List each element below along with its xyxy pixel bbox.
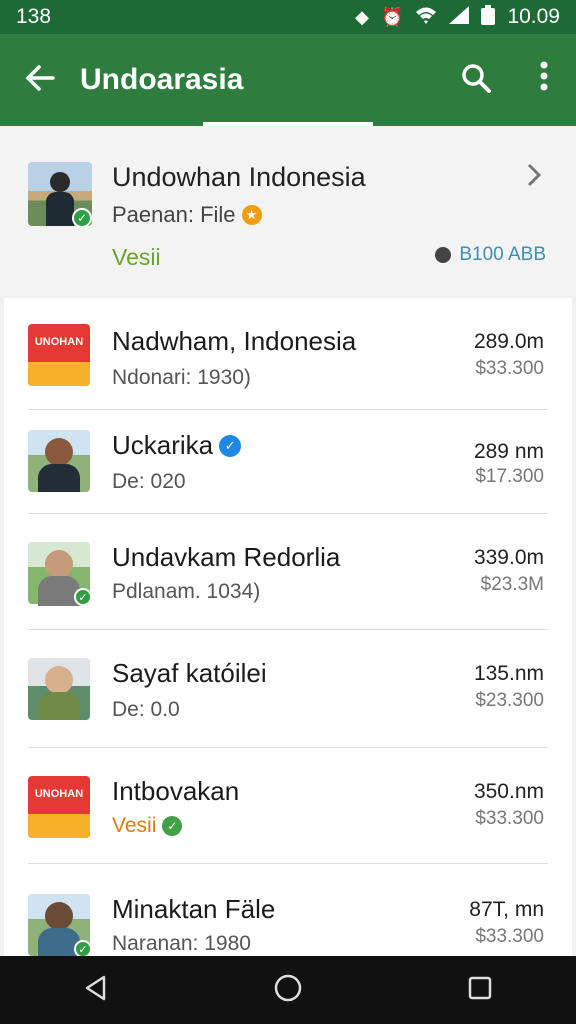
list-item[interactable]: ✓ Minaktan Fäle Naranan: 1980 87T, mn $3… — [4, 864, 572, 958]
alarm-icon: ⏰ — [381, 6, 404, 27]
item-subtitle: Naranan: 1980 — [112, 932, 251, 955]
item-price: $17.300 — [475, 466, 544, 487]
list-item[interactable]: Sayaf katóilei De: 0.0 135.nm $23.300 — [4, 630, 572, 748]
item-subtitle: Ndonari: 1930) — [112, 366, 251, 389]
status-icons: ◆ ⏰ 10.09 — [355, 4, 560, 30]
brand-logo-text: UNOHAN — [34, 788, 84, 800]
item-subtitle: Pdlanam. 1034) — [112, 580, 261, 603]
header-meta: B100 ABB — [435, 244, 546, 266]
nav-back-button[interactable] — [46, 956, 146, 1024]
item-subtitle: De: 0.0 — [112, 698, 180, 721]
battery-icon — [481, 4, 496, 30]
results-list: UNOHAN Nadwham, Indonesia Ndonari: 1930)… — [4, 298, 572, 958]
item-subtitle: De: 020 — [112, 470, 186, 493]
list-item[interactable]: UNOHAN Intbovakan Vesii ✓ 350.nm $33.300 — [4, 748, 572, 864]
list-item[interactable]: UNOHAN Nadwham, Indonesia Ndonari: 1930)… — [4, 298, 572, 410]
item-title: Nadwham, Indonesia — [112, 326, 357, 356]
item-distance: 289.0m — [473, 330, 544, 353]
item-price: $33.300 — [475, 808, 544, 829]
signal-icon — [449, 5, 470, 29]
star-badge-icon: ★ — [241, 205, 262, 225]
header-subtitle: Paenan: File ★ — [112, 202, 262, 228]
item-subtitle: Vesii — [112, 814, 157, 837]
item-title: Minaktan Fäle — [112, 894, 276, 924]
chevron-right-icon[interactable] — [526, 162, 542, 196]
app-bar: Undoarasia — [0, 34, 576, 126]
item-photo — [28, 430, 90, 492]
nav-home-icon — [273, 973, 303, 1008]
item-title: Uckarika — [112, 430, 214, 460]
search-button[interactable] — [440, 34, 512, 126]
verified-check-icon: ✓ — [74, 588, 92, 606]
item-title-row: Uckarika ✓ — [112, 430, 242, 461]
arrow-back-icon — [25, 61, 55, 100]
person-figure — [46, 172, 74, 226]
header-title: Undowhan Indonesia — [112, 162, 366, 192]
item-photo: ✓ — [28, 542, 92, 606]
verified-badge-icon: ✓ — [162, 816, 183, 836]
header-tag: Vesii — [112, 244, 161, 270]
header-meta-text: B100 ABB — [459, 244, 546, 265]
system-nav-bar — [0, 956, 576, 1024]
item-price: $23.3M — [480, 574, 544, 595]
item-distance: 339.0m — [473, 546, 544, 569]
nav-recents-button[interactable] — [430, 956, 530, 1024]
list-item[interactable]: Uckarika ✓ De: 020 289 nm $17.300 — [4, 410, 572, 514]
back-button[interactable] — [0, 34, 80, 126]
item-photo: ✓ — [28, 894, 92, 958]
wifi-icon — [415, 6, 437, 29]
info-dot-icon — [435, 247, 452, 263]
item-price: $23.300 — [475, 690, 544, 711]
list-item[interactable]: ✓ Undavkam Redorlia Pdlanam. 1034) 339.0… — [4, 514, 572, 630]
item-photo — [28, 658, 90, 720]
item-price: $33.300 — [475, 358, 544, 379]
nav-recents-icon — [467, 975, 493, 1006]
brand-logo: UNOHAN — [28, 776, 90, 838]
item-distance: 289 nm — [473, 440, 544, 463]
verified-check-icon: ✓ — [72, 208, 92, 228]
nav-back-icon — [82, 974, 110, 1007]
item-distance: 87T, mn — [469, 898, 544, 921]
item-title: Intbovakan — [112, 776, 240, 806]
item-distance: 350.nm — [473, 780, 544, 803]
more-options-button[interactable] — [512, 34, 576, 126]
item-title: Undavkam Redorlia — [112, 542, 341, 572]
item-subtitle-row: Vesii ✓ — [112, 814, 183, 838]
brand-logo: UNOHAN — [28, 324, 90, 386]
header-subtitle-text: Paenan: File — [112, 202, 236, 227]
item-title: Sayaf katóilei — [112, 658, 267, 688]
verified-badge-icon: ✓ — [219, 434, 242, 457]
search-icon — [461, 63, 491, 98]
item-price: $33.300 — [475, 926, 544, 947]
header-card[interactable]: ✓ Undowhan Indonesia Paenan: File ★ Vesi… — [0, 126, 576, 296]
status-time-left: 138 — [16, 5, 52, 28]
status-time-right: 10.09 — [507, 5, 560, 28]
status-bar: 138 ◆ ⏰ 10.09 — [0, 0, 576, 34]
item-distance: 135.nm — [473, 662, 544, 685]
more-vert-icon — [540, 61, 548, 99]
app-title: Undoarasia — [80, 63, 244, 96]
brand-logo-text: UNOHAN — [34, 336, 84, 348]
notification-icon: ◆ — [355, 6, 370, 27]
nav-home-button[interactable] — [238, 956, 338, 1024]
